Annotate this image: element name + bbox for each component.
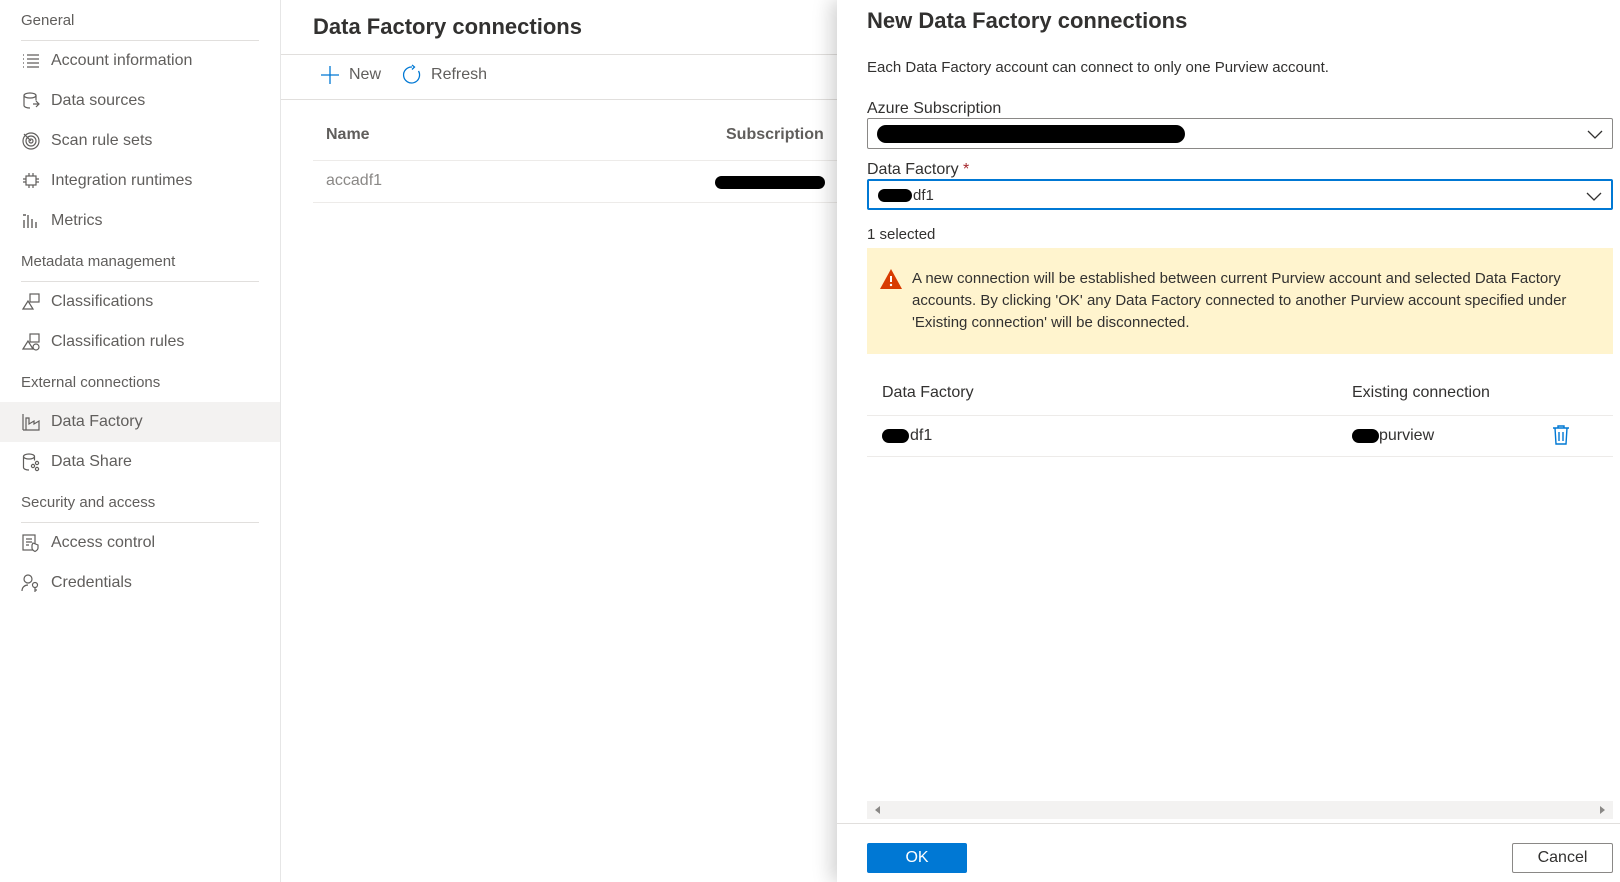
sidebar-item-account-information[interactable]: Account information xyxy=(0,41,280,81)
sidebar-item-label: Access control xyxy=(51,534,156,551)
sidebar-item-classifications[interactable]: Classifications xyxy=(0,282,280,322)
cell-existing-connection-text: purview xyxy=(1379,427,1435,444)
required-mark: * xyxy=(963,161,970,178)
warning-message-bar: A new connection will be established bet… xyxy=(867,248,1613,354)
azure-subscription-label: Azure Subscription xyxy=(867,100,1002,117)
classification-icon xyxy=(21,292,41,312)
divider xyxy=(313,160,837,161)
sidebar-item-scan-rule-sets[interactable]: Scan rule sets xyxy=(0,121,280,161)
column-header-existing-connection: Existing connection xyxy=(1352,384,1490,401)
table-row[interactable]: accadf1 xyxy=(313,168,837,204)
sidebar-item-metrics[interactable]: Metrics xyxy=(0,201,280,241)
divider xyxy=(867,456,1613,457)
divider xyxy=(313,202,837,203)
sidebar-item-data-share[interactable]: Data Share xyxy=(0,442,280,482)
sidebar-item-access-control[interactable]: Access control xyxy=(0,523,280,563)
sidebar-item-integration-runtimes[interactable]: Integration runtimes xyxy=(0,161,280,201)
sidebar-item-classification-rules[interactable]: Classification rules xyxy=(0,322,280,362)
new-connection-panel: New Data Factory connections Each Data F… xyxy=(837,0,1620,882)
data-factory-value: df1 xyxy=(878,187,934,204)
selected-count: 1 selected xyxy=(867,226,936,243)
column-header-data-factory: Data Factory xyxy=(882,384,974,401)
refresh-icon xyxy=(403,64,421,84)
table-row: df1 purview xyxy=(867,416,1613,456)
cancel-button[interactable]: Cancel xyxy=(1512,843,1613,873)
bar-chart-icon xyxy=(21,211,41,231)
ok-button[interactable]: OK xyxy=(867,843,967,873)
new-button[interactable]: New xyxy=(319,64,381,86)
divider xyxy=(837,823,1620,824)
access-control-icon xyxy=(21,533,41,553)
warning-icon xyxy=(880,269,902,289)
sidebar-item-label: Scan rule sets xyxy=(51,132,153,149)
scroll-right-icon[interactable] xyxy=(1597,805,1607,815)
sidebar-item-data-sources[interactable]: Data sources xyxy=(0,81,280,121)
sidebar-item-label: Integration runtimes xyxy=(51,172,193,189)
sidebar: General Account information Data sources… xyxy=(0,0,281,882)
column-header-name: Name xyxy=(326,126,370,143)
sidebar-section-external: External connections xyxy=(21,373,161,391)
sidebar-section-general: General xyxy=(21,11,75,29)
cell-existing-connection: purview xyxy=(1352,427,1434,445)
data-share-icon xyxy=(21,452,41,472)
selected-factories-table-header: Data Factory Existing connection xyxy=(867,384,1613,414)
chevron-down-icon xyxy=(1586,192,1602,201)
horizontal-scrollbar[interactable] xyxy=(867,801,1613,819)
cell-data-factory: df1 xyxy=(882,427,932,445)
toolbar: New Refresh xyxy=(319,64,507,86)
divider xyxy=(281,54,837,55)
data-factory-value-text: df1 xyxy=(913,187,934,204)
database-icon xyxy=(21,91,41,111)
sidebar-item-label: Metrics xyxy=(51,212,103,229)
sidebar-item-data-factory[interactable]: Data Factory xyxy=(0,402,280,442)
subscription-value-redacted xyxy=(877,125,1185,143)
main-content: Data Factory connections New Refresh Nam… xyxy=(281,0,837,882)
classification-rules-icon xyxy=(21,332,41,352)
plus-icon xyxy=(321,66,339,84)
refresh-button[interactable]: Refresh xyxy=(401,64,487,86)
panel-description: Each Data Factory account can connect to… xyxy=(867,59,1329,76)
sidebar-item-label: Account information xyxy=(51,52,193,69)
runtime-icon xyxy=(21,171,41,191)
list-icon xyxy=(21,51,41,71)
sidebar-item-label: Data sources xyxy=(51,92,146,109)
data-factory-icon xyxy=(21,412,41,432)
panel-title: New Data Factory connections xyxy=(867,8,1188,33)
sidebar-item-label: Data Factory xyxy=(51,413,143,430)
sidebar-item-label: Classifications xyxy=(51,293,154,310)
sidebar-item-label: Credentials xyxy=(51,574,132,591)
data-factory-dropdown[interactable]: df1 xyxy=(867,179,1613,210)
column-header-subscription: Subscription xyxy=(726,126,824,143)
warning-text: A new connection will be established bet… xyxy=(912,270,1567,331)
divider xyxy=(281,99,837,100)
scroll-left-icon[interactable] xyxy=(873,805,883,815)
new-button-label: New xyxy=(349,66,382,83)
cell-subscription-redacted xyxy=(715,176,825,194)
azure-subscription-dropdown[interactable] xyxy=(867,118,1613,149)
sidebar-item-label: Classification rules xyxy=(51,333,185,350)
page-title: Data Factory connections xyxy=(313,14,582,39)
cell-name: accadf1 xyxy=(326,172,383,189)
delete-icon[interactable] xyxy=(1551,424,1571,446)
sidebar-item-label: Data Share xyxy=(51,453,132,470)
chevron-down-icon xyxy=(1587,130,1603,139)
data-factory-label: Data Factory * xyxy=(867,161,969,179)
data-factory-label-text: Data Factory xyxy=(867,161,959,178)
sidebar-item-credentials[interactable]: Credentials xyxy=(0,563,280,603)
radar-icon xyxy=(21,131,41,151)
refresh-button-label: Refresh xyxy=(431,66,488,83)
sidebar-section-security: Security and access xyxy=(21,493,156,511)
cell-data-factory-text: df1 xyxy=(910,427,933,444)
credentials-icon xyxy=(21,573,41,593)
sidebar-section-metadata: Metadata management xyxy=(21,252,176,270)
